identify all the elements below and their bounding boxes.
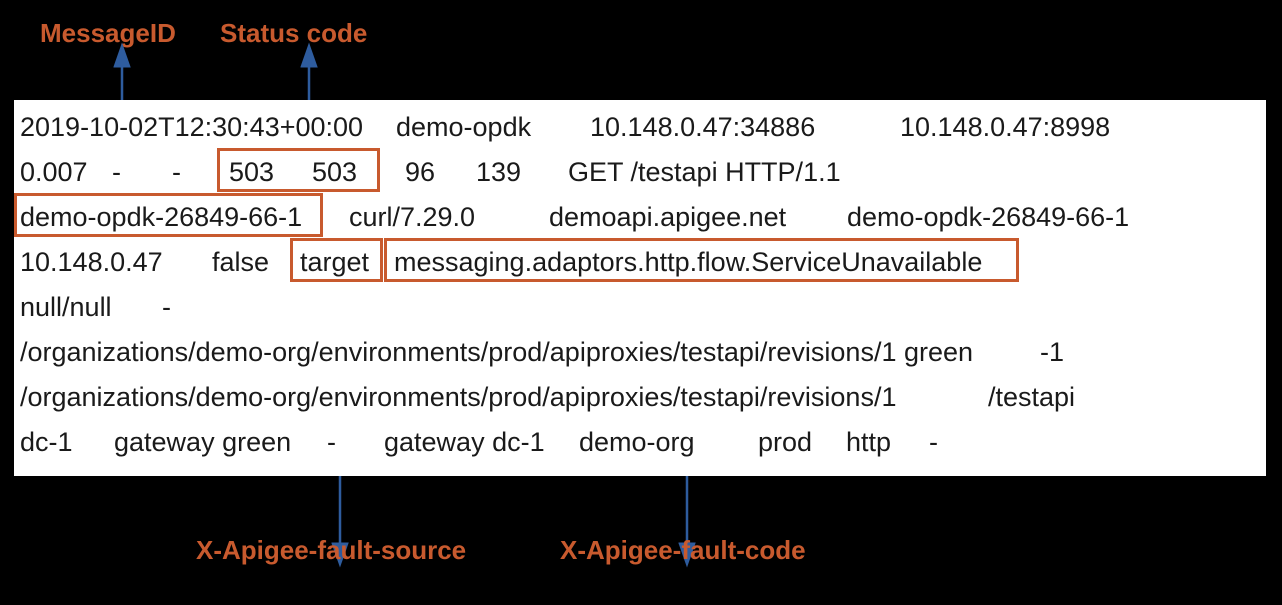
log-message-id-2: demo-opdk-26849-66-1: [847, 202, 1129, 233]
log-bytes1: 96: [405, 157, 435, 188]
hl-fault-code: [384, 238, 1019, 282]
log-path2: /organizations/demo-org/environments/pro…: [20, 382, 896, 413]
label-message-id: MessageID: [40, 18, 176, 49]
log-ip: 10.148.0.47: [20, 247, 163, 278]
log-gateway-green: gateway green: [114, 427, 291, 458]
log-dash8b: -: [929, 427, 938, 458]
hl-message-id: [14, 193, 323, 237]
log-dash1: -: [112, 157, 121, 188]
log-host: demoapi.apigee.net: [549, 202, 786, 233]
log-gateway-dc1: gateway dc-1: [384, 427, 545, 458]
log-user-agent: curl/7.29.0: [349, 202, 475, 233]
hl-status-code: [217, 148, 380, 192]
hl-fault-source: [290, 238, 383, 282]
log-box: 2019-10-02T12:30:43+00:00 demo-opdk 10.1…: [14, 100, 1266, 476]
log-prod: prod: [758, 427, 812, 458]
bottom-labels-container: X-Apigee-fault-source X-Apigee-fault-cod…: [0, 535, 1282, 585]
top-labels-container: MessageID Status code: [0, 18, 1282, 68]
log-dash8a: -: [327, 427, 336, 458]
log-timestamp: 2019-10-02T12:30:43+00:00: [20, 112, 363, 143]
log-org: demo-opdk: [396, 112, 531, 143]
log-client-addr: 10.148.0.47:34886: [590, 112, 815, 143]
label-status-code: Status code: [220, 18, 367, 49]
log-bytes2: 139: [476, 157, 521, 188]
log-demo-org: demo-org: [579, 427, 695, 458]
log-server-addr: 10.148.0.47:8998: [900, 112, 1110, 143]
log-false: false: [212, 247, 269, 278]
label-fault-code: X-Apigee-fault-code: [560, 535, 806, 566]
label-fault-source: X-Apigee-fault-source: [196, 535, 466, 566]
log-request: GET /testapi HTTP/1.1: [568, 157, 841, 188]
log-neg1: -1: [1040, 337, 1064, 368]
log-path1: /organizations/demo-org/environments/pro…: [20, 337, 973, 368]
log-dash2: -: [172, 157, 181, 188]
log-nullnull: null/null: [20, 292, 112, 323]
log-http: http: [846, 427, 891, 458]
log-dash5: -: [162, 292, 171, 323]
log-basepath: /testapi: [988, 382, 1075, 413]
log-latency: 0.007: [20, 157, 88, 188]
log-dc1: dc-1: [20, 427, 73, 458]
